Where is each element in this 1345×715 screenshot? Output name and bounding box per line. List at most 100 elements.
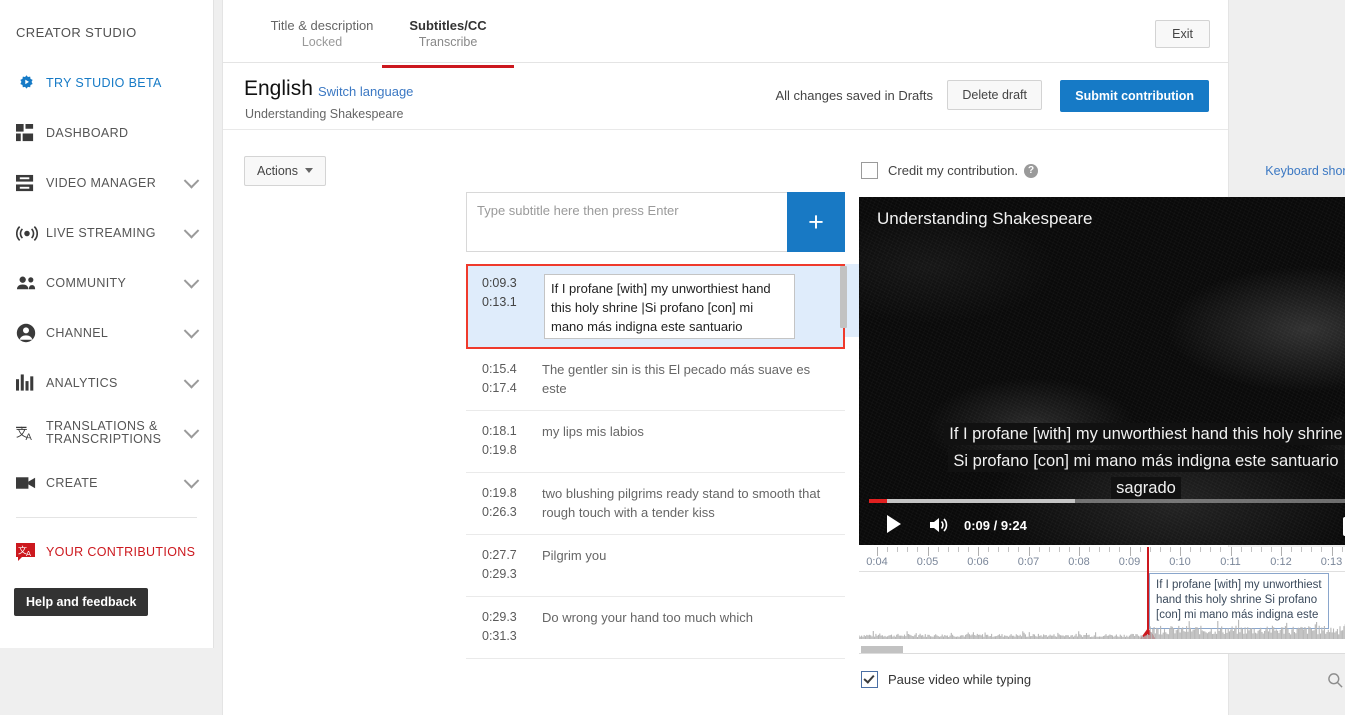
new-subtitle-row: +: [466, 192, 845, 252]
new-subtitle-input[interactable]: [466, 192, 788, 252]
chevron-down-icon[interactable]: [183, 373, 200, 389]
subtitle-row[interactable]: 0:27.7 0:29.3 Pilgrim you: [466, 535, 845, 597]
caption-line: If I profane [with] my unworthiest hand …: [944, 423, 1345, 445]
language-name: English: [244, 77, 313, 100]
subtitle-row-selected[interactable]: 0:09.3 0:13.1 If I profane [with] my unw…: [466, 264, 886, 349]
timeline-tick-label: 0:07: [1017, 556, 1040, 568]
sidebar-item-translations-transcriptions[interactable]: 文A TRANSLATIONS & TRANSCRIPTIONS: [0, 408, 213, 458]
svg-text:A: A: [26, 432, 33, 443]
timeline-tick-minor: [1119, 547, 1121, 552]
video-progress-bar[interactable]: [869, 499, 1345, 503]
account-circle-icon: [16, 321, 42, 345]
help-and-feedback-button[interactable]: Help and feedback: [14, 588, 149, 616]
timeline-tick-label: 0:09: [1118, 556, 1141, 568]
tab-title-description[interactable]: Title & description Locked: [246, 18, 398, 50]
submit-contribution-button[interactable]: Submit contribution: [1060, 80, 1209, 112]
sidebar-item-live-streaming[interactable]: LIVE STREAMING: [0, 208, 213, 258]
subtitle-row[interactable]: 0:15.4 0:17.4 The gentler sin is this El…: [466, 349, 845, 411]
timeline-tick-minor: [1068, 547, 1070, 552]
timeline-tick-minor: [957, 547, 959, 552]
tab-label: Subtitles/CC: [409, 18, 487, 33]
delete-draft-button[interactable]: Delete draft: [947, 80, 1042, 110]
tab-subtitles-cc[interactable]: Subtitles/CC Transcribe: [382, 18, 514, 68]
timeline-tick-minor: [1008, 547, 1010, 552]
caption-line: Si profano [con] mi mano más indigna est…: [948, 450, 1344, 472]
subtitle-row-text: Pilgrim you: [542, 548, 607, 563]
sidebar-item-create[interactable]: CREATE: [0, 458, 213, 508]
timeline-tick-minor: [947, 547, 949, 552]
subtitle-row-time: 0:29.3 0:31.3: [466, 608, 542, 646]
tab-sublabel: Locked: [301, 35, 343, 49]
subtitle-list: 0:09.3 0:13.1 If I profane [with] my unw…: [466, 264, 887, 659]
timeline-tick-minor: [998, 547, 1000, 552]
sidebar-item-video-manager[interactable]: VIDEO MANAGER: [0, 158, 213, 208]
subtitle-end-time: 0:19.8: [482, 443, 517, 457]
subtitle-row-text: The gentler sin is this El pecado más su…: [542, 362, 811, 396]
translate-icon: 文A: [16, 421, 42, 445]
sidebar-item-channel[interactable]: CHANNEL: [0, 308, 213, 358]
volume-icon[interactable]: [929, 516, 949, 537]
subtitle-timeline[interactable]: 0:04 0:05 0:06 0:07 0:08 0:09 0:10 0:11 0:12 0:13…: [859, 547, 1345, 654]
exit-button[interactable]: Exit: [1155, 20, 1210, 48]
video-caption-overlay: If I profane [with] my unworthiest hand …: [859, 421, 1345, 502]
subtitle-row[interactable]: 0:18.1 0:19.8 my lips mis labios: [466, 411, 845, 473]
chevron-down-icon[interactable]: [183, 173, 200, 189]
credit-contribution-row[interactable]: Credit my contribution. ?: [861, 162, 1039, 179]
pause-while-typing-checkbox[interactable]: [861, 671, 878, 688]
save-status-text: All changes saved in Drafts: [775, 88, 933, 103]
sidebar-item-your-contributions[interactable]: 文A YOUR CONTRIBUTIONS: [0, 527, 213, 577]
keyboard-shortcuts-link[interactable]: Keyboard shortcuts: [1265, 164, 1345, 178]
sidebar-item-community[interactable]: COMMUNITY: [0, 258, 213, 308]
actions-dropdown-button[interactable]: Actions: [244, 156, 326, 186]
video-played-bar: [869, 499, 887, 503]
timeline-tick-minor: [1260, 547, 1262, 552]
help-tooltip-icon[interactable]: ?: [1024, 163, 1039, 178]
video-overlay-title: Understanding Shakespeare: [877, 209, 1093, 228]
subtitle-row[interactable]: 0:19.8 0:26.3 two blushing pilgrims read…: [466, 473, 845, 535]
pause-while-typing-row[interactable]: Pause video while typing: [861, 671, 1031, 688]
timeline-tick-label: 0:04: [866, 556, 888, 568]
tab-sublabel: Transcribe: [418, 35, 478, 49]
credit-contribution-checkbox[interactable]: [861, 162, 878, 179]
switch-language-link[interactable]: Switch language: [318, 84, 413, 99]
subtitle-start-time: 0:19.8: [482, 486, 517, 500]
chevron-down-icon[interactable]: [183, 473, 200, 489]
timeline-tick-minor: [1109, 547, 1111, 552]
timeline-tick-minor: [967, 547, 969, 552]
gear-play-icon: [16, 71, 42, 95]
play-icon[interactable]: [887, 515, 901, 533]
live-streaming-icon: [16, 221, 42, 245]
chevron-down-icon[interactable]: [183, 273, 200, 289]
subtitle-row[interactable]: 0:29.3 0:31.3 Do wrong your hand too muc…: [466, 597, 845, 659]
subtitle-text-input[interactable]: If I profane [with] my unworthiest hand …: [544, 274, 795, 339]
timeline-tick-minor: [1291, 547, 1293, 552]
sidebar-item-dashboard[interactable]: DASHBOARD: [0, 108, 213, 158]
sidebar-item-label: CHANNEL: [46, 325, 109, 340]
tab-bar: Title & description Locked Subtitles/CC …: [223, 0, 1228, 68]
add-subtitle-button[interactable]: +: [787, 192, 845, 252]
subtitle-row-text: Do wrong your hand too much which: [542, 610, 754, 625]
subtitle-row-time: 0:18.1 0:19.8: [466, 422, 542, 460]
timeline-tick-minor: [1240, 547, 1242, 552]
timeline-tick-label: 0:06: [967, 556, 989, 568]
chevron-down-icon[interactable]: [183, 323, 200, 339]
dashboard-icon: [16, 121, 42, 145]
timeline-tick-label: 0:13: [1320, 556, 1343, 568]
timeline-scrollbar[interactable]: [861, 646, 903, 653]
timeline-ruler[interactable]: 0:04 0:05 0:06 0:07 0:08 0:09 0:10 0:11 0:12 0:13…: [859, 547, 1345, 572]
people-icon: [16, 271, 42, 295]
subtitle-list-scrollbar[interactable]: [840, 266, 847, 328]
subtitle-start-time: 0:15.4: [482, 362, 517, 376]
selected-row-wrapper: 0:09.3 0:13.1 If I profane [with] my unw…: [466, 264, 887, 349]
subtitle-row-time: 0:09.3 0:13.1: [468, 274, 544, 339]
timeline-tick-minor: [937, 547, 939, 552]
chevron-down-icon[interactable]: [183, 423, 200, 439]
chevron-down-icon[interactable]: [183, 223, 200, 239]
timeline-tick-major: [1331, 547, 1333, 556]
video-player[interactable]: Understanding Shakespeare If I profane […: [859, 197, 1345, 545]
creator-studio-page: CREATOR STUDIO TRY STUDIO BETA DASHBOARD…: [0, 0, 1345, 715]
subtitle-end-time: 0:13.1: [482, 295, 517, 309]
sidebar-item-analytics[interactable]: ANALYTICS: [0, 358, 213, 408]
sidebar-item-try-studio-beta[interactable]: TRY STUDIO BETA: [0, 58, 213, 108]
timeline-tick-minor: [1321, 547, 1323, 552]
